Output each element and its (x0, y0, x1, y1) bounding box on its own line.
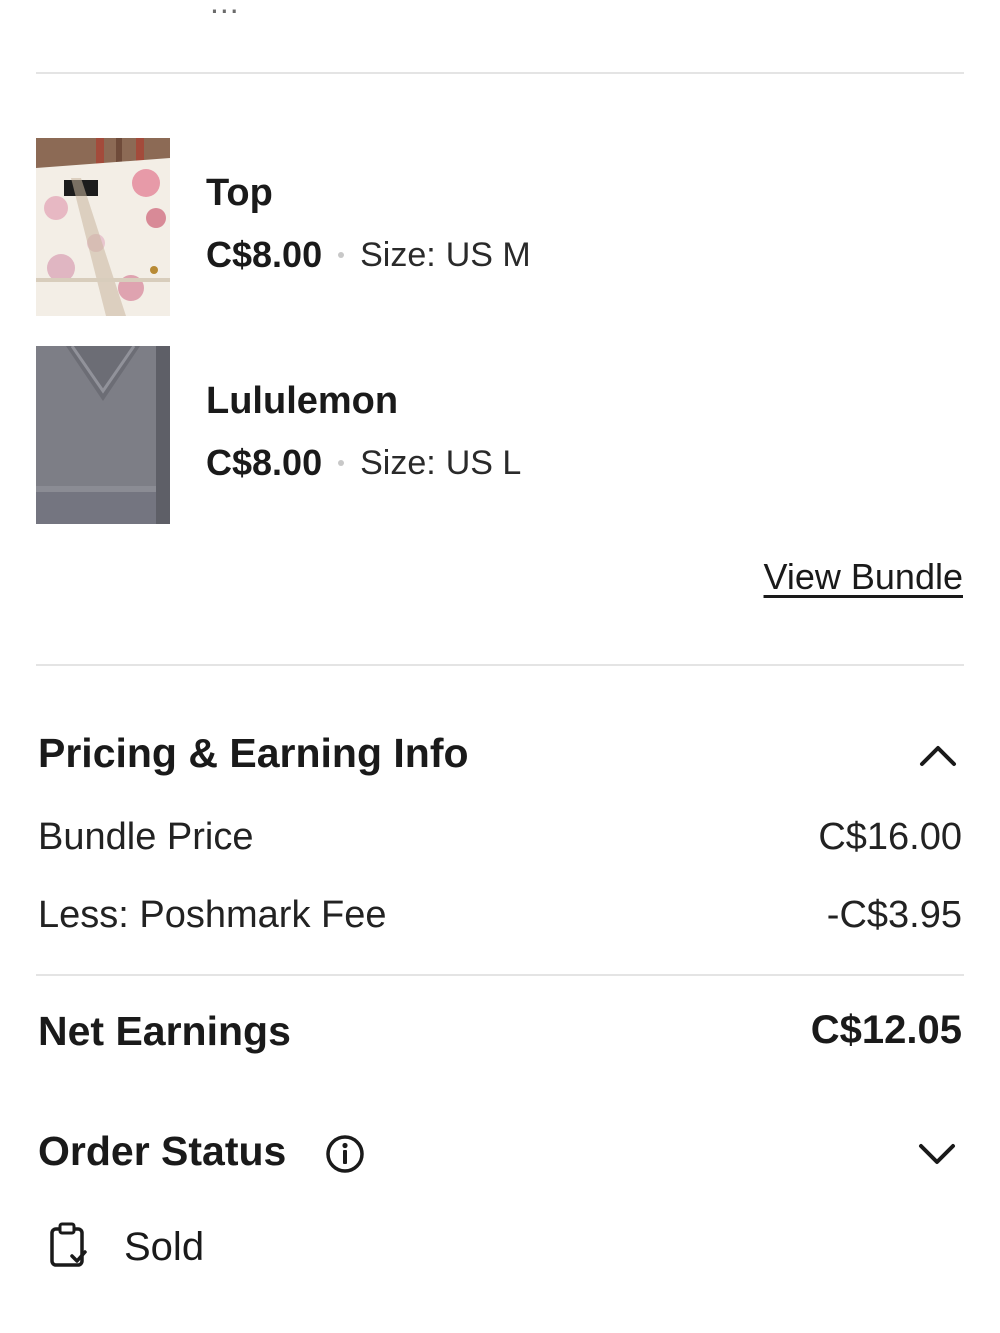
pricing-section-title: Pricing & Earning Info (38, 730, 469, 776)
truncated-header-text: ... (210, 0, 240, 20)
item-meta: C$8.00 Size: US L (206, 442, 521, 484)
item-meta: C$8.00 Size: US M (206, 234, 531, 276)
bundle-price-value: C$16.00 (818, 816, 962, 858)
separator-dot (338, 252, 345, 258)
bundle-item[interactable]: Top C$8.00 Size: US M (36, 138, 964, 316)
fee-label: Less: Poshmark Fee (38, 894, 387, 936)
item-price: C$8.00 (206, 442, 323, 483)
bundle-price-label: Bundle Price (38, 816, 254, 858)
bundle-item[interactable]: Lululemon C$8.00 Size: US L (36, 346, 964, 524)
divider (36, 72, 964, 74)
order-status-row: Sold (48, 1222, 204, 1273)
item-size-value: US M (445, 235, 531, 274)
item-price: C$8.00 (206, 234, 323, 275)
net-earnings-label: Net Earnings (38, 1008, 291, 1054)
separator-dot (338, 460, 345, 466)
divider (36, 664, 964, 666)
item-thumbnail[interactable] (36, 138, 170, 316)
fee-value: -C$3.95 (826, 894, 962, 936)
item-title: Lululemon (206, 380, 399, 422)
divider (36, 974, 964, 976)
order-status-text: Sold (124, 1225, 205, 1269)
chevron-down-icon[interactable] (917, 1138, 957, 1175)
clipboard-check-icon (48, 1222, 88, 1273)
item-thumbnail[interactable] (36, 346, 170, 524)
item-size-value: US L (445, 443, 522, 482)
order-status-title: Order Status (38, 1128, 287, 1174)
chevron-up-icon[interactable] (918, 738, 958, 775)
order-details-page: ... Top C$8.00 Size: US M Lululemon C$8.… (0, 0, 1000, 1333)
item-title: Top (206, 172, 273, 214)
item-size-label: Size: (360, 235, 436, 274)
net-earnings-value: C$12.05 (810, 1008, 962, 1052)
view-bundle-link[interactable]: View Bundle (764, 556, 963, 598)
info-icon[interactable] (325, 1134, 365, 1179)
item-size-label: Size: (360, 443, 436, 482)
